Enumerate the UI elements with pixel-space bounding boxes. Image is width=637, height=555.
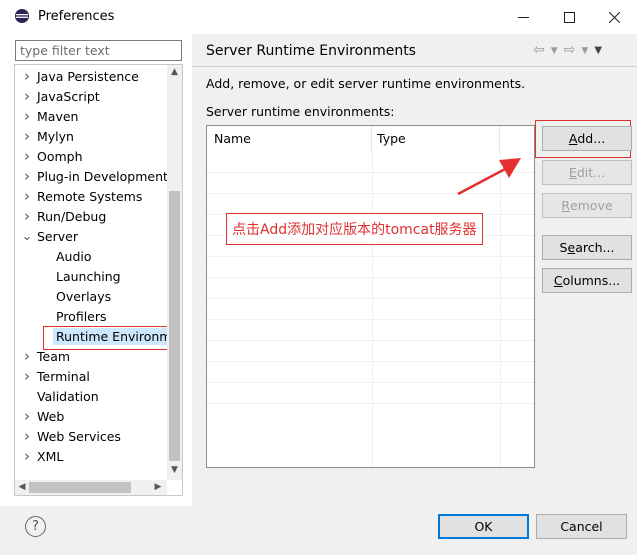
chevron-right-icon[interactable]: › [20, 407, 34, 425]
tree-item[interactable]: › Web [20, 406, 64, 426]
tree-item[interactable]: › Run/Debug [20, 206, 106, 226]
tree-item-label: Terminal [37, 368, 90, 384]
tree-item-label: Mylyn [37, 128, 74, 144]
tree-item[interactable]: Launching [39, 266, 121, 286]
tree-item[interactable]: Profilers [39, 306, 107, 326]
tree-item-label: Team [37, 348, 71, 364]
tree-item[interactable]: › Remote Systems [20, 186, 142, 206]
tree-item[interactable]: Overlays [39, 286, 111, 306]
tree-item-label: Profilers [56, 308, 107, 324]
back-icon[interactable]: ⇦ [533, 42, 545, 60]
minimize-icon[interactable] [500, 0, 546, 34]
table-row-line [207, 382, 534, 383]
tree-item-label: Plug-in Development [37, 168, 168, 184]
tree-item-label: Remote Systems [37, 188, 143, 204]
tree-item[interactable]: › Web Services [20, 426, 121, 446]
chevron-right-icon[interactable]: › [20, 67, 34, 85]
cancel-button[interactable]: Cancel [536, 514, 627, 539]
eclipse-icon [15, 9, 29, 23]
tree-item[interactable]: › JavaScript [20, 86, 100, 106]
edit-button[interactable]: Edit... [542, 160, 632, 185]
tree-item[interactable]: › Maven [20, 106, 78, 126]
tree-item-label: Web [37, 408, 65, 424]
tree-item-label: Overlays [56, 288, 112, 304]
table-row-line [207, 403, 534, 404]
columns-button[interactable]: Columns... [542, 268, 632, 293]
tree-item-label: JavaScript [37, 88, 100, 104]
scroll-up-icon[interactable]: ▲ [167, 67, 182, 81]
tree-item-label: Oomph [37, 148, 83, 164]
annotation-arrow-icon [457, 158, 521, 196]
tree-item[interactable]: Validation [20, 386, 99, 406]
selection-highlight-box [43, 326, 171, 350]
tree-item[interactable]: › Terminal [20, 366, 90, 386]
chevron-right-icon[interactable]: › [20, 447, 34, 465]
close-icon[interactable] [591, 0, 637, 34]
maximize-icon[interactable] [546, 0, 592, 34]
tree-item[interactable]: › Plug-in Development [20, 166, 168, 186]
filter-input[interactable] [15, 40, 182, 61]
tree-item[interactable]: ⌄ Server [20, 226, 78, 246]
chevron-right-icon[interactable]: › [20, 127, 34, 145]
chevron-down-icon[interactable]: ⌄ [20, 229, 34, 244]
tree-item[interactable]: › Mylyn [20, 126, 74, 146]
forward-icon[interactable]: ⇨ [564, 42, 576, 60]
scroll-down-icon[interactable]: ▼ [167, 465, 182, 479]
tree-item-label: Web Services [37, 428, 121, 444]
preference-tree[interactable]: › Java Persistence › JavaScript › Maven › Mylyn… [14, 64, 183, 496]
tree-item[interactable]: › XML [20, 446, 63, 466]
chevron-right-icon[interactable]: › [20, 167, 34, 185]
tree-item-label: Maven [37, 108, 79, 124]
chevron-right-icon[interactable]: › [20, 147, 34, 165]
chevron-right-icon[interactable]: › [20, 427, 34, 445]
tree-item-label: Run/Debug [37, 208, 107, 224]
table-row-line [207, 361, 534, 362]
chevron-right-icon[interactable]: › [20, 87, 34, 105]
tree-item[interactable]: Audio [39, 246, 92, 266]
scroll-left-icon[interactable]: ◀ [15, 480, 29, 495]
search-button[interactable]: Se arch... [542, 235, 632, 260]
tree-item[interactable]: › Oomph [20, 146, 83, 166]
tree-item-label: XML [37, 448, 64, 464]
help-icon[interactable]: ? [25, 516, 46, 537]
table-row-line [207, 256, 534, 257]
divider [192, 66, 637, 67]
chevron-right-icon[interactable]: › [20, 207, 34, 225]
chevron-right-icon[interactable]: › [20, 187, 34, 205]
tree-item-label: Launching [56, 268, 121, 284]
annotation-note: 点击Add添加对应版本的tomcat服务器 [226, 213, 483, 245]
scrollbar-thumb[interactable] [169, 191, 180, 461]
table-row-line [207, 277, 534, 278]
add-button[interactable]: Add... [542, 126, 632, 151]
tree-horizontal-scrollbar[interactable]: ◀ ▶ [15, 480, 167, 495]
chevron-right-icon[interactable]: › [20, 107, 34, 125]
tree-item-label: Server [37, 228, 78, 244]
dropdown-icon[interactable]: ▼ [551, 42, 558, 60]
table-column-line [372, 151, 373, 467]
column-header-type[interactable]: Type [372, 126, 500, 151]
tree-vertical-scrollbar[interactable]: ▲ ▼ [167, 65, 182, 480]
table-row-line [207, 298, 534, 299]
page-navigation: ⇦ ▼ ⇨ ▼ ▼ [533, 42, 602, 60]
scroll-right-icon[interactable]: ▶ [151, 480, 165, 495]
remove-button[interactable]: Remove [542, 193, 632, 218]
page-description: Add, remove, or edit server runtime envi… [206, 76, 526, 91]
tree-item-label: Validation [37, 388, 99, 404]
column-header-name[interactable]: Name [207, 126, 372, 151]
tree-item-label: Java Persistence [37, 68, 139, 84]
window-title: Preferences [38, 9, 115, 24]
scrollbar-thumb[interactable] [29, 482, 131, 493]
table-row-line [207, 340, 534, 341]
list-label: Server runtime environments: [206, 104, 395, 119]
tree-item-label: Audio [56, 248, 92, 264]
menu-icon[interactable]: ▼ [594, 42, 602, 60]
title-bar: Preferences [0, 0, 637, 34]
chevron-right-icon[interactable]: › [20, 367, 34, 385]
chevron-right-icon[interactable]: › [20, 347, 34, 365]
tree-item[interactable]: › Java Persistence [20, 66, 139, 86]
table-row-line [207, 319, 534, 320]
ok-button[interactable]: OK [438, 514, 529, 539]
dropdown-icon[interactable]: ▼ [581, 42, 588, 60]
page-title: Server Runtime Environments [206, 43, 416, 59]
